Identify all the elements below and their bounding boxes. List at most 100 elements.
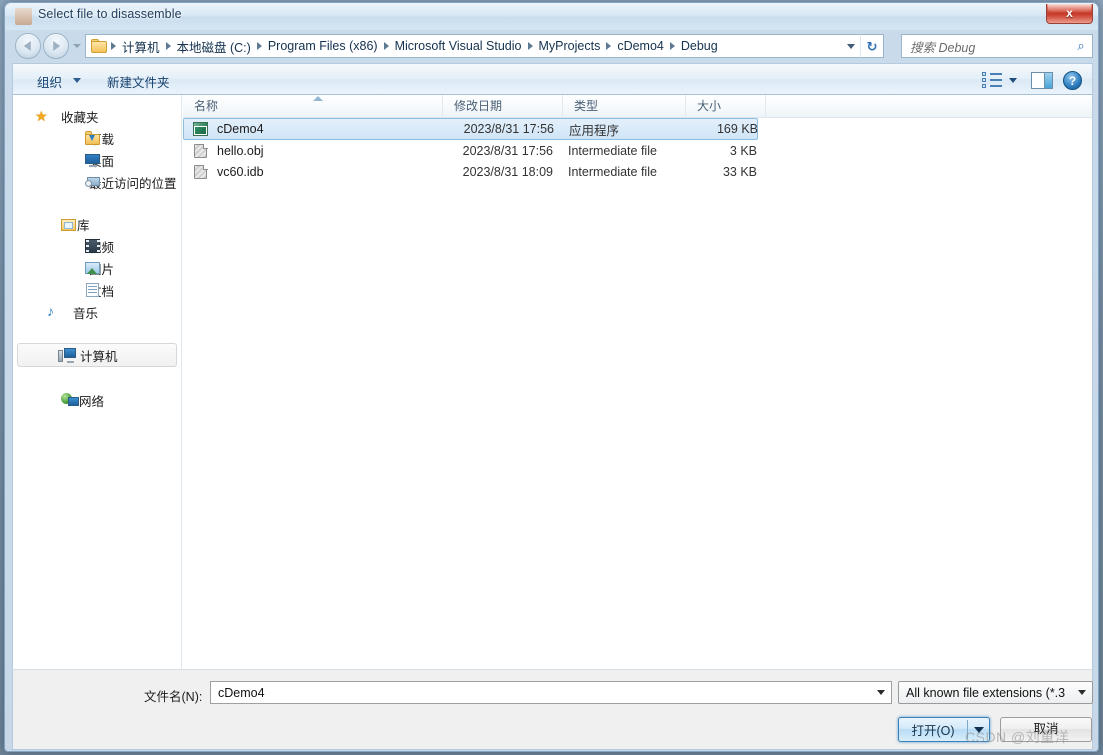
- nav-group-network: 网络: [13, 389, 181, 411]
- breadcrumb-item-3[interactable]: Microsoft Visual Studio: [390, 37, 527, 55]
- sidebar-item-label: 收藏夹: [61, 110, 99, 125]
- column-header-label: 修改日期: [454, 99, 503, 113]
- open-button[interactable]: 打开(O): [898, 717, 990, 742]
- file-name-cell: vc60.idb: [193, 164, 264, 180]
- sidebar-item-label: 音乐: [73, 306, 99, 321]
- avatar-icon: [15, 8, 32, 25]
- chevron-down-icon[interactable]: [871, 690, 891, 695]
- column-header-label: 大小: [697, 99, 722, 113]
- dialog-footer: 文件名(N): cDemo4 All known file extensions…: [12, 669, 1093, 750]
- computer-icon: [58, 347, 76, 363]
- file-date: 2023/8/31 17:56: [463, 122, 554, 136]
- sidebar-item-label: 网络: [79, 394, 105, 409]
- breadcrumb-separator-icon: [111, 42, 116, 50]
- sidebar-item-downloads[interactable]: 下载: [13, 127, 181, 149]
- nav-group-computer: 计算机: [13, 343, 181, 367]
- navigation-bar: 计算机 本地磁盘 (C:) Program Files (x86) Micros…: [5, 30, 1098, 63]
- back-arrow-icon: [23, 41, 31, 51]
- address-dropdown-icon[interactable]: [842, 35, 860, 57]
- breadcrumb-item-6[interactable]: Debug: [676, 37, 723, 55]
- music-icon: ♪: [47, 303, 54, 319]
- search-box[interactable]: 搜索 Debug ⌕: [901, 34, 1093, 58]
- open-button-label: 打开(O): [911, 724, 955, 738]
- breadcrumb-separator-icon: [256, 42, 262, 50]
- chevron-down-icon[interactable]: [73, 78, 81, 83]
- folder-icon: [91, 39, 108, 53]
- file-name: hello.obj: [217, 143, 264, 158]
- screen: Select file to disassemble x 计算机 本地磁盘 (C…: [0, 0, 1103, 755]
- breadcrumb-separator-icon: [606, 42, 612, 50]
- new-folder-button[interactable]: 新建文件夹: [101, 70, 176, 93]
- column-header-name[interactable]: 名称: [183, 95, 443, 118]
- network-icon: [61, 392, 79, 408]
- sidebar-item-music[interactable]: ♪ 音乐: [13, 301, 181, 323]
- sidebar-item-desktop[interactable]: 桌面: [13, 149, 181, 171]
- star-icon: ★: [35, 108, 48, 124]
- file-type-filter-value: All known file extensions (*.3: [906, 685, 1066, 700]
- cancel-button[interactable]: 取消: [1000, 717, 1092, 742]
- sidebar-item-network[interactable]: 网络: [13, 389, 181, 411]
- breadcrumb-item-2[interactable]: Program Files (x86): [263, 37, 383, 55]
- forward-arrow-icon: [53, 41, 61, 51]
- filename-label: 文件名(N):: [144, 690, 203, 704]
- chevron-down-icon[interactable]: [1009, 77, 1017, 83]
- toolbar: 组织 新建文件夹 ?: [12, 63, 1093, 95]
- unknown-file-icon: [193, 143, 209, 159]
- sidebar-item-pictures[interactable]: 图片: [13, 257, 181, 279]
- chevron-down-icon[interactable]: [1072, 690, 1092, 695]
- search-input[interactable]: 搜索 Debug: [910, 37, 1070, 56]
- window-title: Select file to disassemble: [38, 7, 182, 21]
- application-file-icon: [193, 121, 209, 137]
- sidebar-item-computer[interactable]: 计算机: [17, 343, 177, 367]
- filename-value: cDemo4: [218, 685, 265, 700]
- recent-locations-icon[interactable]: [73, 44, 81, 48]
- file-type-filter-select[interactable]: All known file extensions (*.3: [898, 681, 1093, 704]
- title-bar: Select file to disassemble x: [5, 3, 1098, 30]
- address-bar[interactable]: 计算机 本地磁盘 (C:) Program Files (x86) Micros…: [85, 34, 860, 58]
- help-icon[interactable]: ?: [1063, 70, 1082, 90]
- column-header-size[interactable]: 大小: [686, 95, 766, 118]
- sidebar-item-favorites[interactable]: ★ 收藏夹: [13, 105, 181, 127]
- breadcrumb-separator-icon: [165, 42, 171, 50]
- file-type: 应用程序: [569, 123, 620, 138]
- library-icon: [61, 217, 77, 231]
- column-header-label: 名称: [194, 99, 219, 113]
- file-date: 2023/8/31 18:09: [462, 164, 553, 179]
- file-name: vc60.idb: [217, 164, 264, 179]
- breadcrumb-item-1[interactable]: 本地磁盘 (C:): [172, 35, 256, 58]
- table-row[interactable]: hello.obj 2023/8/31 17:56 Intermediate f…: [183, 140, 1092, 161]
- file-list: 名称 修改日期 类型 大小 cDemo4 2023/8/31 17:56 应用程…: [183, 95, 1092, 669]
- table-row[interactable]: vc60.idb 2023/8/31 18:09 Intermediate fi…: [183, 161, 1092, 182]
- forward-button[interactable]: [43, 33, 69, 59]
- preview-pane-icon[interactable]: [1031, 71, 1053, 89]
- sidebar-item-recent-places[interactable]: 最近访问的位置: [13, 171, 181, 193]
- sidebar-item-libraries[interactable]: 库: [13, 213, 181, 235]
- breadcrumb-separator-icon: [383, 42, 389, 50]
- filename-input[interactable]: cDemo4: [210, 681, 892, 704]
- view-list-icon[interactable]: [981, 71, 1003, 89]
- breadcrumb-item-0[interactable]: 计算机: [117, 35, 165, 58]
- column-headers: 名称 修改日期 类型 大小: [183, 95, 1092, 118]
- file-name-cell: hello.obj: [193, 143, 264, 159]
- back-button[interactable]: [15, 33, 41, 59]
- unknown-file-icon: [193, 164, 209, 180]
- column-header-date[interactable]: 修改日期: [443, 95, 563, 118]
- column-header-type[interactable]: 类型: [563, 95, 686, 118]
- open-dropdown-icon[interactable]: [968, 726, 989, 733]
- pictures-icon: [85, 261, 101, 275]
- breadcrumb-item-5[interactable]: cDemo4: [612, 37, 669, 55]
- refresh-button[interactable]: ↻: [860, 34, 884, 58]
- sidebar-item-videos[interactable]: 视频: [13, 235, 181, 257]
- breadcrumb: 计算机 本地磁盘 (C:) Program Files (x86) Micros…: [110, 35, 842, 58]
- file-type: Intermediate file: [568, 164, 657, 179]
- desktop-icon: [85, 153, 101, 167]
- nav-group-favorites: ★ 收藏夹 下载 桌面 最近访问的位置: [13, 105, 181, 193]
- column-header-label: 类型: [574, 99, 599, 113]
- content-area: ★ 收藏夹 下载 桌面 最近访问的位置 库 视频 图片 文档 ♪ 音乐 计算机 …: [12, 95, 1093, 669]
- breadcrumb-item-4[interactable]: MyProjects: [534, 37, 606, 55]
- close-button[interactable]: x: [1046, 4, 1093, 24]
- documents-icon: [85, 283, 101, 297]
- sidebar-item-documents[interactable]: 文档: [13, 279, 181, 301]
- organize-button[interactable]: 组织: [31, 70, 68, 93]
- table-row[interactable]: cDemo4 2023/8/31 17:56 应用程序 169 KB: [183, 118, 758, 140]
